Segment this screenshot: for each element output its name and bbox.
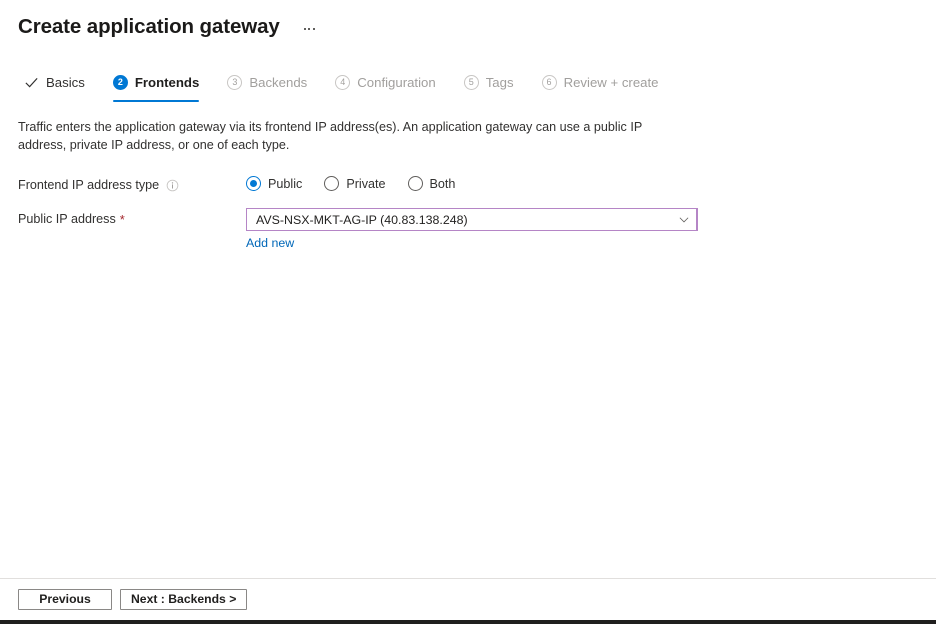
active-tab-underline [112, 99, 200, 102]
step-badge: 2 [112, 74, 128, 90]
tab-label: Basics [46, 74, 85, 90]
public-ip-selected-value: AVS-NSX-MKT-AG-IP (40.83.138.248) [256, 212, 468, 227]
radio-circle-icon [407, 176, 423, 191]
bottom-edge-bar [0, 620, 936, 624]
wizard-tab-bar: Basics 2 Frontends 3 Backends 4 Configur… [0, 68, 936, 102]
ellipsis-dot [312, 28, 315, 30]
tab-label: Frontends [134, 74, 200, 90]
ellipsis-dot [303, 28, 306, 30]
ellipsis-dot [308, 28, 311, 30]
info-icon[interactable] [166, 179, 179, 192]
radio-label: Public [268, 176, 303, 191]
frontend-ip-type-label: Frontend IP address type [18, 178, 160, 192]
previous-button[interactable]: Previous [18, 588, 112, 610]
public-ip-address-row: Public IP address * AVS-NSX-MKT-AG-IP (4… [18, 208, 936, 252]
section-description: Traffic enters the application gateway v… [18, 120, 642, 152]
frontend-ip-type-label-wrap: Frontend IP address type [18, 174, 246, 192]
add-new-public-ip-link[interactable]: Add new [246, 236, 294, 250]
step-badge: 5 [463, 74, 479, 90]
radio-label: Private [346, 176, 386, 191]
tab-tags[interactable]: 5 Tags [463, 68, 514, 97]
next-backends-button[interactable]: Next : Backends > [120, 588, 248, 610]
radio-option-private[interactable]: Private [324, 176, 386, 191]
public-ip-label: Public IP address [18, 212, 116, 226]
tab-basics[interactable]: Basics [24, 68, 85, 97]
tab-label: Backends [249, 74, 308, 90]
chevron-down-icon [679, 216, 689, 222]
radio-option-public[interactable]: Public [246, 176, 302, 191]
radio-circle-icon [324, 176, 340, 191]
public-ip-label-wrap: Public IP address * [18, 208, 246, 226]
frontend-ip-type-row: Frontend IP address type Public Private … [18, 174, 936, 192]
radio-label: Both [429, 176, 456, 191]
radio-option-both[interactable]: Both [407, 176, 456, 191]
public-ip-select[interactable]: AVS-NSX-MKT-AG-IP (40.83.138.248) [246, 208, 698, 231]
page-title: Create application gateway [18, 15, 280, 38]
radio-circle-icon [246, 176, 261, 191]
page-header: Create application gateway [0, 0, 936, 44]
tab-backends[interactable]: 3 Backends [227, 68, 307, 97]
tab-label: Configuration [357, 74, 436, 90]
tab-configuration[interactable]: 4 Configuration [335, 68, 436, 97]
tab-frontends[interactable]: 2 Frontends [112, 68, 200, 102]
step-badge: 4 [335, 74, 351, 90]
required-asterisk: * [119, 211, 125, 227]
tab-label: Review + create [563, 74, 659, 90]
step-badge: 6 [541, 74, 557, 90]
public-ip-field-column: AVS-NSX-MKT-AG-IP (40.83.138.248) Add ne… [246, 208, 698, 252]
tab-review-create[interactable]: 6 Review + create [541, 68, 659, 97]
tab-label: Tags [485, 74, 514, 90]
more-options-icon[interactable] [302, 25, 317, 33]
checkmark-icon [25, 77, 38, 88]
frontend-ip-type-radio-group: Public Private Both [246, 174, 455, 191]
step-badge: 3 [227, 74, 243, 90]
frontends-form: Frontend IP address type Public Private … [0, 174, 936, 252]
wizard-footer: Previous Next : Backends > [0, 579, 936, 619]
